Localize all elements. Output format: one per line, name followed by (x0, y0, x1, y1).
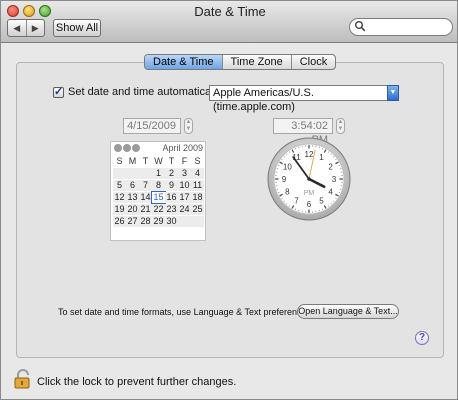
calendar-blank (113, 168, 126, 179)
previous-month-icon[interactable] (114, 144, 122, 152)
calendar-day[interactable]: 21 (139, 204, 152, 215)
weekday-label: T (142, 156, 149, 166)
clock-ampm: PM (304, 190, 315, 197)
calendar-day[interactable]: 27 (126, 216, 139, 227)
tab-clock[interactable]: Clock (292, 55, 336, 69)
calendar-day[interactable]: 20 (126, 204, 139, 215)
auto-set-checkbox[interactable] (53, 85, 64, 98)
clock-numeral: 10 (283, 162, 292, 171)
time-stepper[interactable]: ▲ ▼ (336, 118, 345, 134)
calendar-day[interactable]: 24 (178, 204, 191, 215)
search-field[interactable] (349, 18, 453, 36)
clock-numeral: 9 (282, 175, 287, 184)
tab-bar: Date & Time Time Zone Clock (144, 54, 337, 70)
calendar: April 2009 S M T W T F S 1 2 3 4 5 6 7 8 9 10 11 12… (110, 141, 206, 241)
calendar-day[interactable]: 13 (126, 192, 139, 203)
clock-numeral: 1 (319, 153, 324, 162)
calendar-day[interactable]: 29 (152, 216, 165, 227)
calendar-day[interactable]: 1 (152, 168, 165, 179)
help-button[interactable]: ? (415, 331, 429, 345)
calendar-blank (126, 168, 139, 179)
tab-date-time[interactable]: Date & Time (145, 55, 223, 69)
weekday-label: S (194, 156, 201, 166)
back-forward-control: ◀ ▶ (7, 19, 45, 37)
auto-set-row: Set date and time automatically: (53, 85, 225, 98)
calendar-day[interactable]: 16 (165, 192, 178, 203)
calendar-day[interactable]: 30 (165, 216, 178, 227)
clock-numeral: 3 (332, 175, 337, 184)
clock-numeral: 2 (328, 162, 333, 171)
calendar-day[interactable]: 19 (113, 204, 126, 215)
calendar-day[interactable]: 17 (178, 192, 191, 203)
open-language-text-button[interactable]: Open Language & Text... (297, 304, 399, 319)
calendar-day[interactable]: 6 (126, 180, 139, 191)
window-title: Date & Time (194, 4, 266, 19)
tab-time-zone[interactable]: Time Zone (223, 55, 292, 69)
weekday-label: M (128, 156, 137, 166)
weekday-label: W (154, 156, 163, 166)
clock-numeral: 5 (319, 196, 324, 205)
calendar-day[interactable]: 11 (191, 180, 204, 191)
calendar-day[interactable]: 9 (165, 180, 178, 191)
lock-hint: Click the lock to prevent further change… (37, 376, 237, 388)
calendar-day[interactable]: 5 (113, 180, 126, 191)
calendar-day[interactable]: 14 (139, 192, 152, 203)
back-button[interactable]: ◀ (8, 20, 27, 36)
calendar-day[interactable]: 7 (139, 180, 152, 191)
clock-numeral: 7 (294, 196, 299, 205)
calendar-day[interactable]: 3 (178, 168, 191, 179)
date-field[interactable]: 4/15/2009 (123, 118, 181, 134)
clock-numeral: 8 (285, 187, 290, 196)
calendar-day[interactable]: 4 (191, 168, 204, 179)
calendar-day[interactable]: 15 (151, 191, 166, 204)
system-preferences-window: Date & Time ◀ ▶ Show All Date & Time Tim… (0, 0, 458, 400)
show-all-button[interactable]: Show All (53, 19, 101, 37)
weekday-label: F (181, 156, 188, 166)
analog-clock: 12 1 2 3 4 5 6 7 8 9 10 11 PM (267, 137, 351, 221)
time-field[interactable]: 3:54:02 PM (273, 118, 333, 146)
calendar-blank (191, 216, 204, 227)
calendar-day[interactable]: 10 (178, 180, 191, 191)
clock-numeral: 12 (305, 150, 314, 159)
calendar-day[interactable]: 28 (139, 216, 152, 227)
titlebar: Date & Time ◀ ▶ Show All (1, 1, 457, 43)
auto-set-label: Set date and time automatically: (68, 86, 225, 98)
time-server-select[interactable]: Apple Americas/U.S. (time.apple.com) ▼ (209, 85, 399, 113)
chevron-down-icon[interactable]: ▼ (387, 85, 399, 101)
calendar-day[interactable]: 12 (113, 192, 126, 203)
clock-numeral: 4 (328, 187, 333, 196)
weekday-label: T (168, 156, 175, 166)
calendar-header: April 2009 (113, 143, 203, 154)
calendar-day[interactable]: 8 (152, 180, 165, 191)
weekday-label: S (116, 156, 123, 166)
calendar-day[interactable]: 18 (191, 192, 204, 203)
formats-hint: To set date and time formats, use Langua… (58, 307, 314, 317)
next-month-icon[interactable] (132, 144, 140, 152)
calendar-blank (178, 216, 191, 227)
search-icon (355, 21, 366, 32)
calendar-day[interactable]: 2 (165, 168, 178, 179)
lock-icon[interactable] (14, 369, 32, 389)
calendar-blank (139, 168, 152, 179)
calendar-day[interactable]: 22 (152, 204, 165, 215)
calendar-days: 1 2 3 4 5 6 7 8 9 10 11 12 13 14 15 16 17 18 19 20 21 22 23 24 2… (113, 168, 207, 227)
forward-button[interactable]: ▶ (27, 20, 45, 36)
clock-face: 12 1234567891011 PM (267, 137, 351, 221)
calendar-nav (114, 144, 140, 152)
calendar-weekdays: S M T W T F S (111, 156, 207, 166)
calendar-day[interactable]: 25 (191, 204, 204, 215)
calendar-month-label: April 2009 (162, 143, 203, 153)
calendar-day[interactable]: 26 (113, 216, 126, 227)
today-icon[interactable] (123, 144, 131, 152)
clock-numeral: 6 (307, 200, 312, 209)
calendar-day[interactable]: 23 (165, 204, 178, 215)
date-stepper[interactable]: ▲ ▼ (184, 118, 193, 134)
